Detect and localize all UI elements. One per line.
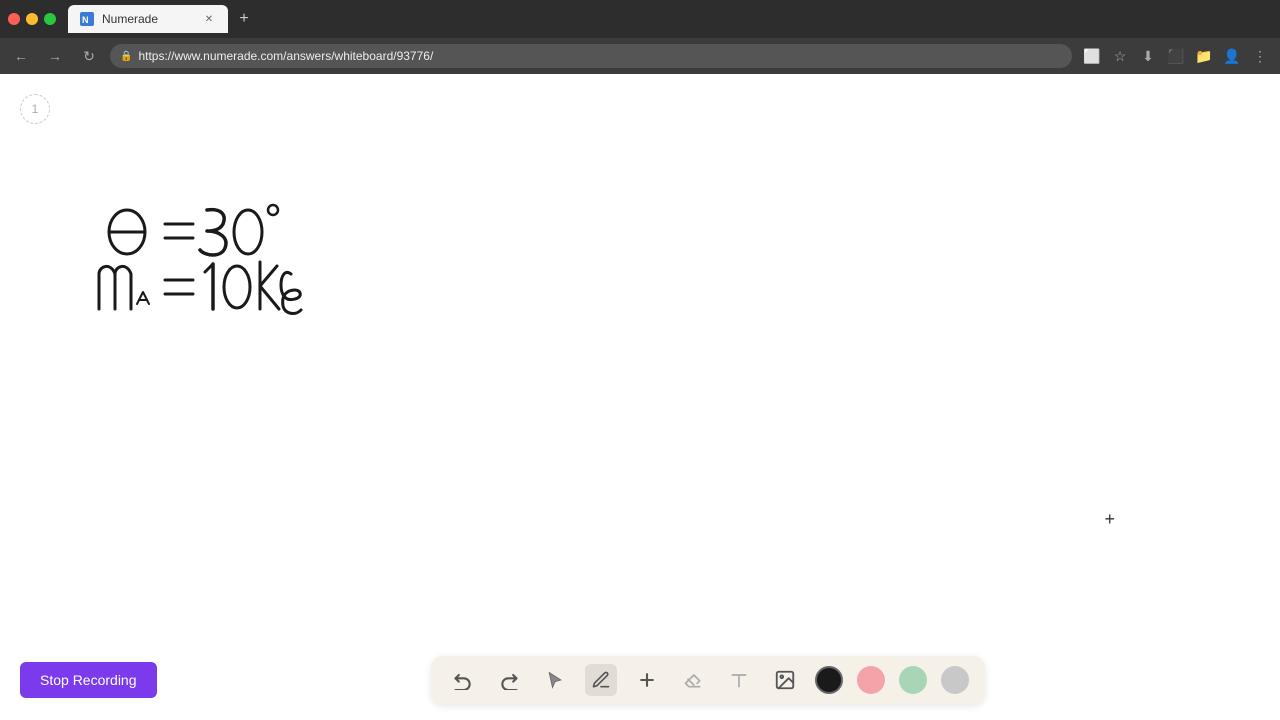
page-number-indicator: 1 (20, 94, 50, 124)
tab-favicon-icon: N (80, 12, 94, 26)
traffic-lights (8, 13, 56, 25)
color-black[interactable] (815, 666, 843, 694)
page-number: 1 (32, 102, 39, 116)
minimize-window-button[interactable] (26, 13, 38, 25)
color-green[interactable] (899, 666, 927, 694)
bookmark-icon[interactable]: ☆ (1108, 44, 1132, 68)
screen-record-icon[interactable]: ⬜ (1080, 44, 1104, 68)
browser-window: N Numerade ✕ + ← → ↻ 🔒 https://www.numer… (0, 0, 1280, 720)
lock-icon: 🔒 (120, 51, 132, 62)
select-tool-button[interactable] (539, 664, 571, 696)
image-tool-button[interactable] (769, 664, 801, 696)
equation-svg (75, 194, 355, 334)
crosshair-cursor: + (1104, 509, 1115, 530)
undo-button[interactable] (447, 664, 479, 696)
back-button[interactable]: ← (8, 43, 34, 69)
profiles-icon[interactable]: ⬛ (1164, 44, 1188, 68)
bookmarks-folder-icon[interactable]: 📁 (1192, 44, 1216, 68)
add-element-button[interactable] (631, 664, 663, 696)
new-tab-button[interactable]: + (232, 7, 256, 31)
whiteboard-canvas[interactable]: 1 (0, 74, 1280, 720)
refresh-button[interactable]: ↻ (76, 43, 102, 69)
color-pink[interactable] (857, 666, 885, 694)
math-equations (75, 194, 355, 339)
tab-close-button[interactable]: ✕ (202, 12, 216, 26)
title-bar: N Numerade ✕ + (0, 0, 1280, 38)
url-text: https://www.numerade.com/answers/whitebo… (138, 49, 433, 63)
drawing-toolbar (431, 656, 985, 704)
maximize-window-button[interactable] (44, 13, 56, 25)
redo-button[interactable] (493, 664, 525, 696)
pen-tool-button[interactable] (585, 664, 617, 696)
color-gray[interactable] (941, 666, 969, 694)
text-tool-button[interactable] (723, 664, 755, 696)
stop-recording-button[interactable]: Stop Recording (20, 662, 157, 698)
tab-bar: N Numerade ✕ + (68, 5, 1272, 33)
nav-actions: ⬜ ☆ ⬇ ⬛ 📁 👤 ⋮ (1080, 44, 1272, 68)
bottom-area: Stop Recording (0, 640, 1280, 720)
eraser-tool-button[interactable] (677, 664, 709, 696)
tab-title: Numerade (102, 12, 158, 26)
active-tab[interactable]: N Numerade ✕ (68, 5, 228, 33)
address-bar[interactable]: 🔒 https://www.numerade.com/answers/white… (110, 44, 1072, 68)
menu-icon[interactable]: ⋮ (1248, 44, 1272, 68)
svg-text:N: N (82, 15, 89, 25)
close-window-button[interactable] (8, 13, 20, 25)
user-profile-icon[interactable]: 👤 (1220, 44, 1244, 68)
extensions-icon[interactable]: ⬇ (1136, 44, 1160, 68)
forward-button[interactable]: → (42, 43, 68, 69)
nav-bar: ← → ↻ 🔒 https://www.numerade.com/answers… (0, 38, 1280, 74)
